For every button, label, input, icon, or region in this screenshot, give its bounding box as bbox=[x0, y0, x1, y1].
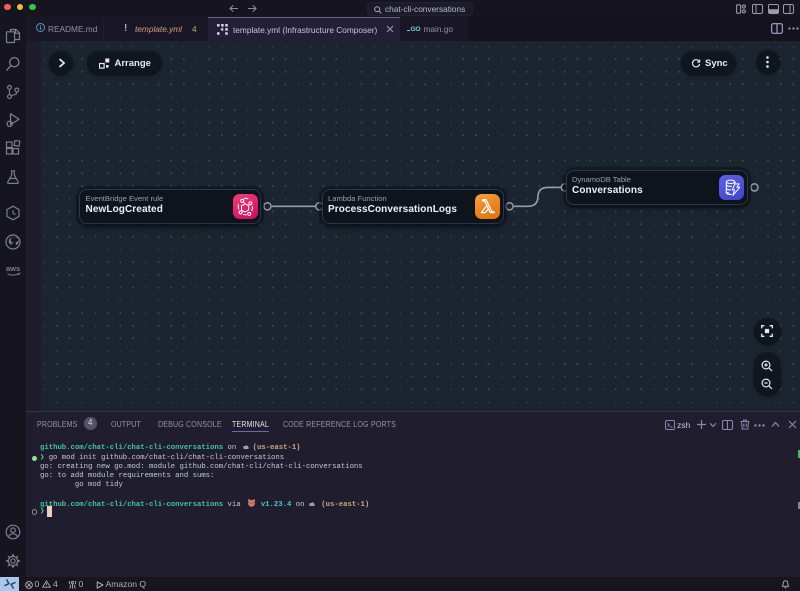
svg-text:aws: aws bbox=[6, 264, 20, 273]
